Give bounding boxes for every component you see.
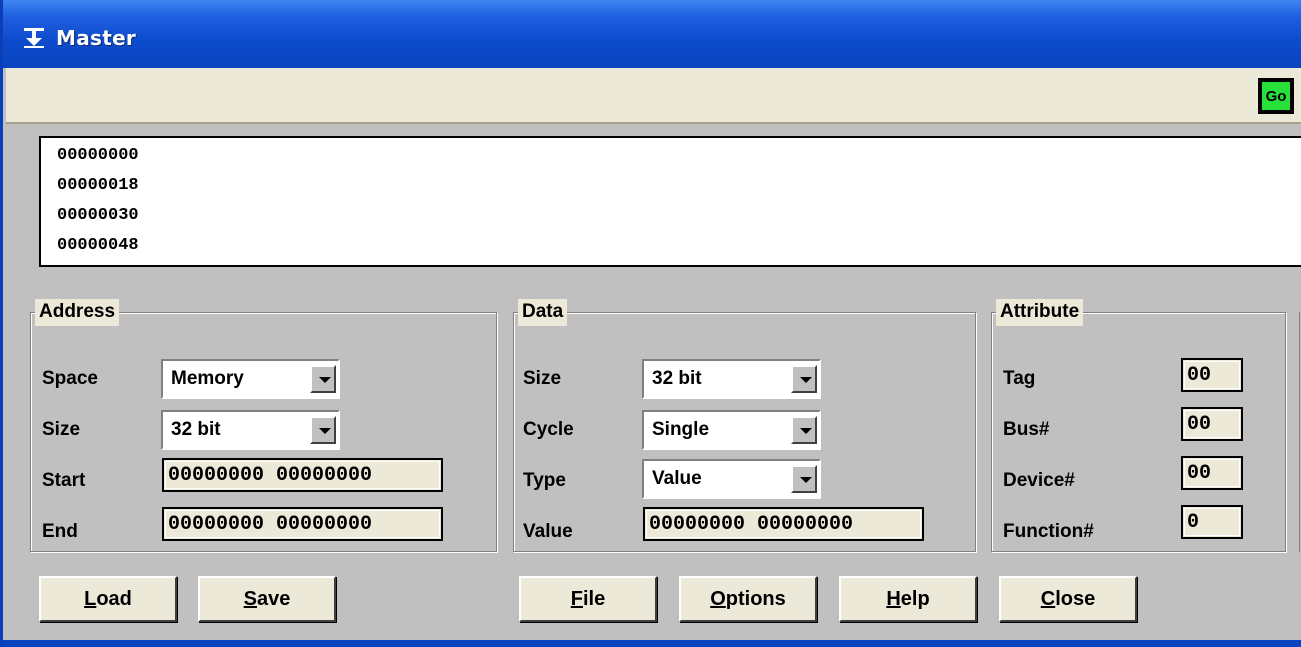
data-type-select[interactable]: Value — [642, 459, 821, 499]
data-value-field[interactable]: 00000000 00000000 — [643, 507, 924, 541]
list-item[interactable]: 00000048 — [57, 236, 139, 255]
master-window: Master Go 00000000 00000018 00000030 000… — [0, 0, 1301, 647]
help-label: elp — [900, 587, 930, 610]
chevron-down-icon[interactable] — [791, 365, 817, 393]
close-button[interactable]: Close — [999, 576, 1137, 622]
function-field[interactable]: 0 — [1181, 505, 1243, 539]
cycle-label: Cycle — [523, 419, 574, 440]
device-label: Device# — [1003, 470, 1075, 491]
close-mnemonic: C — [1040, 587, 1056, 610]
load-button[interactable]: Load — [39, 576, 177, 622]
chevron-down-icon[interactable] — [791, 416, 817, 444]
title-bar[interactable]: Master — [3, 0, 1301, 68]
bus-value: 00 — [1187, 413, 1212, 436]
function-value: 0 — [1187, 511, 1200, 534]
end-address-value: 00000000 00000000 — [168, 513, 373, 536]
chevron-down-icon[interactable] — [310, 365, 336, 393]
tag-value: 00 — [1187, 364, 1212, 387]
save-label: ave — [256, 587, 291, 610]
file-label: ile — [582, 587, 606, 610]
address-list[interactable]: 00000000 00000018 00000030 00000048 — [39, 136, 1301, 267]
data-size-value: 32 bit — [652, 368, 702, 389]
data-group-title: Data — [518, 299, 568, 326]
chevron-down-icon[interactable] — [791, 465, 817, 493]
data-size-select[interactable]: 32 bit — [642, 359, 821, 399]
chevron-down-icon[interactable] — [310, 416, 336, 444]
start-label: Start — [42, 470, 86, 491]
function-label: Function# — [1003, 521, 1094, 542]
file-mnemonic: F — [570, 587, 583, 610]
window-menu-icon[interactable] — [23, 26, 45, 50]
load-mnemonic: L — [84, 587, 97, 610]
data-value-value: 00000000 00000000 — [649, 513, 854, 536]
bus-field[interactable]: 00 — [1181, 407, 1243, 441]
space-label: Space — [42, 368, 98, 389]
bus-label: Bus# — [1003, 419, 1050, 440]
attribute-group-title: Attribute — [996, 299, 1084, 326]
go-button-label: Go — [1262, 82, 1290, 110]
device-value: 00 — [1187, 462, 1212, 485]
address-size-select[interactable]: 32 bit — [161, 410, 340, 450]
options-button[interactable]: Options — [679, 576, 817, 622]
data-cycle-select[interactable]: Single — [642, 410, 821, 450]
address-group-title: Address — [35, 299, 120, 326]
tag-label: Tag — [1003, 368, 1036, 389]
type-label: Type — [523, 470, 566, 491]
end-label: End — [42, 521, 78, 542]
data-cycle-value: Single — [652, 419, 710, 440]
start-address-field[interactable]: 00000000 00000000 — [162, 458, 443, 492]
start-address-value: 00000000 00000000 — [168, 464, 373, 487]
window-bottom-border — [3, 640, 1301, 647]
options-label: ptions — [725, 587, 786, 610]
save-mnemonic: S — [243, 587, 257, 610]
list-item[interactable]: 00000018 — [57, 176, 139, 195]
options-mnemonic: O — [710, 587, 726, 610]
list-item[interactable]: 00000030 — [57, 206, 139, 225]
list-item[interactable]: 00000000 — [57, 146, 139, 165]
address-space-select[interactable]: Memory — [161, 359, 340, 399]
data-size-label: Size — [523, 368, 562, 389]
data-type-value: Value — [652, 468, 702, 489]
help-button[interactable]: Help — [839, 576, 977, 622]
help-mnemonic: H — [886, 587, 901, 610]
file-button[interactable]: File — [519, 576, 657, 622]
tag-field[interactable]: 00 — [1181, 358, 1243, 392]
load-label: oad — [96, 587, 132, 610]
value-label: Value — [523, 521, 573, 542]
size-label: Size — [42, 419, 81, 440]
address-space-value: Memory — [171, 368, 244, 389]
go-button[interactable]: Go — [1258, 78, 1294, 114]
toolbar: Go — [6, 68, 1301, 124]
window-title: Master — [56, 26, 137, 50]
save-button[interactable]: Save — [198, 576, 336, 622]
close-label: lose — [1055, 587, 1096, 610]
address-size-value: 32 bit — [171, 419, 221, 440]
device-field[interactable]: 00 — [1181, 456, 1243, 490]
end-address-field[interactable]: 00000000 00000000 — [162, 507, 443, 541]
